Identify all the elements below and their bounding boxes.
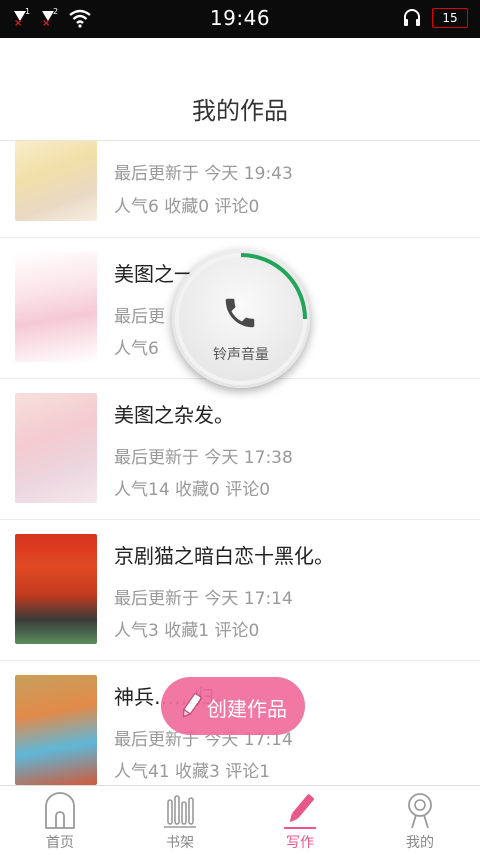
work-title: 京剧猫之暗白恋十黑化。 xyxy=(114,544,334,568)
pen-icon xyxy=(284,794,316,829)
work-updated: 最后更新于 今天 17:14 xyxy=(114,589,293,609)
home-icon xyxy=(45,792,75,829)
phone-icon xyxy=(225,298,255,328)
volume-label: 铃声音量 xyxy=(213,347,269,363)
battery-indicator: 15 xyxy=(432,8,468,28)
tab-mine[interactable]: 我的 xyxy=(360,786,480,855)
work-updated: 最后更新于 今天 17:38 xyxy=(114,448,293,468)
work-stats: 人气3 收藏1 评论0 xyxy=(114,621,260,641)
work-cover xyxy=(15,393,97,503)
bottom-tab-bar: 首页 书架 写作 我的 xyxy=(0,785,480,855)
work-item[interactable]: 美图之杂发。 最后更新于 今天 17:38 人气14 收藏0 评论0 xyxy=(0,379,480,520)
tab-mine-label: 我的 xyxy=(406,835,434,851)
work-title: 美图之杂发。 xyxy=(114,403,234,427)
tab-write[interactable]: 写作 xyxy=(240,786,360,855)
tab-bookshelf[interactable]: 书架 xyxy=(120,786,240,855)
work-stats: 人气6 xyxy=(114,339,159,359)
work-cover xyxy=(15,252,97,362)
work-item[interactable]: 最后更新于 今天 19:43 人气6 收藏0 评论0 xyxy=(0,141,480,238)
status-bar: × 1 × 2 19:46 15 xyxy=(0,0,480,38)
tab-bookshelf-label: 书架 xyxy=(166,835,194,851)
tab-home[interactable]: 首页 xyxy=(0,786,120,855)
work-stats: 人气6 收藏0 评论0 xyxy=(114,197,260,217)
page-title: 我的作品 xyxy=(192,97,288,125)
create-work-button[interactable]: 创建作品 xyxy=(161,677,305,735)
ringtone-volume-overlay: 铃声音量 xyxy=(172,250,310,388)
work-updated: 最后更 xyxy=(114,307,165,327)
tab-write-label: 写作 xyxy=(286,835,314,851)
work-stats: 人气41 收藏3 评论1 xyxy=(114,762,271,782)
work-updated: 最后更新于 今天 19:43 xyxy=(114,164,293,184)
pencil-icon xyxy=(182,692,202,718)
headphones-icon xyxy=(404,9,420,26)
work-stats: 人气14 收藏0 评论0 xyxy=(114,480,271,500)
bookshelf-icon xyxy=(164,795,196,828)
create-work-label: 创建作品 xyxy=(207,697,287,721)
title-bar: 我的作品 xyxy=(0,38,480,141)
work-item[interactable]: 京剧猫之暗白恋十黑化。 最后更新于 今天 17:14 人气3 收藏1 评论0 xyxy=(0,520,480,661)
work-cover xyxy=(15,534,97,644)
tab-home-label: 首页 xyxy=(46,835,74,851)
work-cover xyxy=(15,141,97,221)
user-icon xyxy=(408,793,432,829)
work-cover xyxy=(15,675,97,785)
